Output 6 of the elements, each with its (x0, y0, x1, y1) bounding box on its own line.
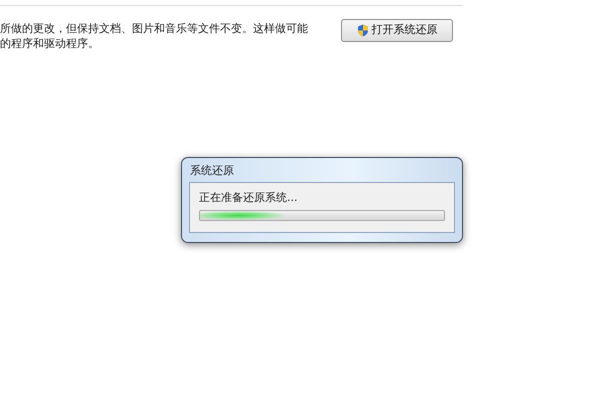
shield-icon (356, 24, 368, 37)
open-system-restore-button[interactable]: 打开系统还原 (341, 19, 453, 42)
description-text: 的程序和驱动程序。 (0, 36, 100, 51)
status-message: 正在准备还原系统... (199, 191, 298, 205)
description-text: 所做的更改，但保持文档、图片和音乐等文件不变。这样做可能 (0, 21, 308, 36)
dialog-title: 系统还原 (190, 164, 235, 178)
